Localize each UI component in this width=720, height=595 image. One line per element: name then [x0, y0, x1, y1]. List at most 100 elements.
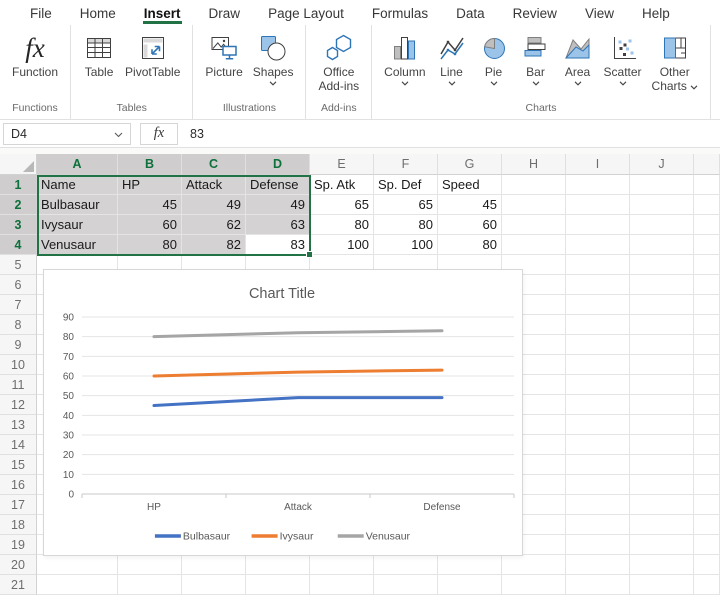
- cell-A3[interactable]: Ivysaur: [37, 215, 118, 235]
- cell-C20[interactable]: [182, 555, 246, 575]
- cell-B21[interactable]: [118, 575, 182, 595]
- row-header-18[interactable]: 18: [0, 515, 37, 535]
- cell-B4[interactable]: 80: [118, 235, 182, 255]
- cell-B3[interactable]: 60: [118, 215, 182, 235]
- cell-G20[interactable]: [438, 555, 502, 575]
- ribbon-button-pivottable[interactable]: PivotTable: [120, 28, 185, 79]
- cell-C2[interactable]: 49: [182, 195, 246, 215]
- ribbon-button-pie[interactable]: Pie: [473, 28, 515, 90]
- menu-tab-view[interactable]: View: [571, 2, 628, 24]
- cell-J8[interactable]: [630, 315, 694, 335]
- series-line-venusaur[interactable]: [154, 331, 442, 337]
- cell-I12[interactable]: [566, 395, 630, 415]
- row-header-1[interactable]: 1: [0, 175, 37, 195]
- cell-I8[interactable]: [566, 315, 630, 335]
- selection-fill-handle[interactable]: [306, 251, 313, 258]
- cell-I15[interactable]: [566, 455, 630, 475]
- cell-F20[interactable]: [374, 555, 438, 575]
- row-header-2[interactable]: 2: [0, 195, 37, 215]
- ribbon-button-table[interactable]: Table: [78, 28, 120, 79]
- cell-I7[interactable]: [566, 295, 630, 315]
- cell-I21[interactable]: [566, 575, 630, 595]
- cell-I6[interactable]: [566, 275, 630, 295]
- cell-I13[interactable]: [566, 415, 630, 435]
- cell-A4[interactable]: Venusaur: [37, 235, 118, 255]
- cell-A2[interactable]: Bulbasaur: [37, 195, 118, 215]
- menu-tab-home[interactable]: Home: [66, 2, 130, 24]
- cell-H3[interactable]: [502, 215, 566, 235]
- cell-I14[interactable]: [566, 435, 630, 455]
- cell-A1[interactable]: Name: [37, 175, 118, 195]
- cell-I10[interactable]: [566, 355, 630, 375]
- cell-E21[interactable]: [310, 575, 374, 595]
- cell-J15[interactable]: [630, 455, 694, 475]
- column-header-h[interactable]: H: [502, 154, 566, 175]
- ribbon-button-column[interactable]: Column: [379, 28, 430, 90]
- series-line-ivysaur[interactable]: [154, 370, 442, 376]
- cell-F2[interactable]: 65: [374, 195, 438, 215]
- cell-C21[interactable]: [182, 575, 246, 595]
- cell-B1[interactable]: HP: [118, 175, 182, 195]
- column-header-i[interactable]: I: [566, 154, 630, 175]
- cell-H2[interactable]: [502, 195, 566, 215]
- cell-J11[interactable]: [630, 375, 694, 395]
- cell-J12[interactable]: [630, 395, 694, 415]
- cell-J21[interactable]: [630, 575, 694, 595]
- row-header-3[interactable]: 3: [0, 215, 37, 235]
- column-header-g[interactable]: G: [438, 154, 502, 175]
- cell-C1[interactable]: Attack: [182, 175, 246, 195]
- cell-G2[interactable]: 45: [438, 195, 502, 215]
- row-header-7[interactable]: 7: [0, 295, 37, 315]
- cell-H4[interactable]: [502, 235, 566, 255]
- cell-I5[interactable]: [566, 255, 630, 275]
- cell-B2[interactable]: 45: [118, 195, 182, 215]
- cell-I2[interactable]: [566, 195, 630, 215]
- cell-J16[interactable]: [630, 475, 694, 495]
- chart-title[interactable]: Chart Title: [249, 286, 315, 302]
- chevron-down-icon[interactable]: [114, 127, 123, 141]
- row-header-21[interactable]: 21: [0, 575, 37, 595]
- ribbon-button-function[interactable]: fxFunction: [7, 28, 63, 79]
- row-header-4[interactable]: 4: [0, 235, 37, 255]
- ribbon-button-shapes[interactable]: Shapes: [248, 28, 299, 90]
- cell-C3[interactable]: 62: [182, 215, 246, 235]
- series-line-bulbasaur[interactable]: [154, 398, 442, 406]
- insert-function-button[interactable]: fx: [140, 123, 178, 145]
- ribbon-button-bar[interactable]: Bar: [515, 28, 557, 90]
- name-box[interactable]: D4: [3, 123, 131, 145]
- menu-tab-insert[interactable]: Insert: [130, 2, 195, 24]
- ribbon-button-line[interactable]: Line: [431, 28, 473, 90]
- cell-J19[interactable]: [630, 535, 694, 555]
- cell-D1[interactable]: Defense: [246, 175, 310, 195]
- column-header-d[interactable]: D: [246, 154, 310, 175]
- cell-H1[interactable]: [502, 175, 566, 195]
- menu-tab-data[interactable]: Data: [442, 2, 499, 24]
- row-header-5[interactable]: 5: [0, 255, 37, 275]
- cell-J4[interactable]: [630, 235, 694, 255]
- cell-J20[interactable]: [630, 555, 694, 575]
- cell-J2[interactable]: [630, 195, 694, 215]
- cell-J7[interactable]: [630, 295, 694, 315]
- ribbon-button-scatter[interactable]: Scatter: [599, 28, 647, 90]
- cell-E2[interactable]: 65: [310, 195, 374, 215]
- cell-I3[interactable]: [566, 215, 630, 235]
- cell-C4[interactable]: 82: [182, 235, 246, 255]
- cell-J14[interactable]: [630, 435, 694, 455]
- cell-J17[interactable]: [630, 495, 694, 515]
- cell-I4[interactable]: [566, 235, 630, 255]
- cell-A20[interactable]: [37, 555, 118, 575]
- cell-J13[interactable]: [630, 415, 694, 435]
- cell-J3[interactable]: [630, 215, 694, 235]
- cell-I1[interactable]: [566, 175, 630, 195]
- menu-tab-file[interactable]: File: [16, 2, 66, 24]
- ribbon-button-other-charts[interactable]: OtherCharts: [647, 28, 703, 93]
- cell-D4[interactable]: 83: [246, 235, 310, 255]
- menu-tab-help[interactable]: Help: [628, 2, 684, 24]
- ribbon-button-picture[interactable]: Picture: [200, 28, 247, 79]
- cell-H20[interactable]: [502, 555, 566, 575]
- cell-E20[interactable]: [310, 555, 374, 575]
- cell-I20[interactable]: [566, 555, 630, 575]
- menu-tab-formulas[interactable]: Formulas: [358, 2, 442, 24]
- cell-F3[interactable]: 80: [374, 215, 438, 235]
- row-header-13[interactable]: 13: [0, 415, 37, 435]
